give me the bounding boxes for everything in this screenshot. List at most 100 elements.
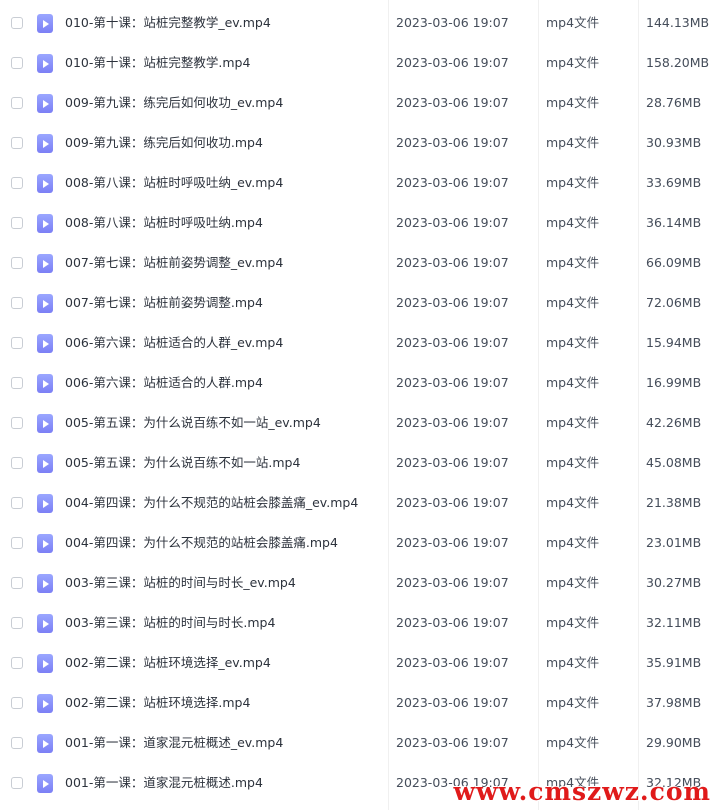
file-name[interactable]: 006-第六课：站桩适合的人群_ev.mp4 (65, 320, 283, 360)
row-checkbox[interactable] (11, 257, 23, 269)
file-row[interactable]: 008-第八课：站桩时呼吸吐纳.mp4 2023-03-06 19:07 mp4文件… (0, 200, 721, 240)
file-date: 2023-03-06 19:07 (396, 655, 509, 670)
row-checkbox[interactable] (11, 457, 23, 469)
file-row[interactable]: 009-第九课：练完后如何收功_ev.mp4 2023-03-06 19:07 mp… (0, 80, 721, 120)
watermark: www.cmszwz.com (453, 777, 711, 806)
file-row[interactable]: 003-第三课：站桩的时间与时长.mp4 2023-03-06 19:07 mp4文… (0, 600, 721, 640)
file-date: 2023-03-06 19:07 (396, 55, 509, 70)
video-file-icon (37, 54, 53, 73)
file-size: 42.26MB (646, 415, 702, 430)
file-type: mp4文件 (546, 695, 600, 710)
file-name[interactable]: 010-第十课：站桩完整教学.mp4 (65, 40, 250, 80)
row-checkbox[interactable] (11, 377, 23, 389)
file-name[interactable]: 001-第一课：道家混元桩概述.mp4 (65, 760, 263, 800)
file-date: 2023-03-06 19:07 (396, 295, 509, 310)
file-date: 2023-03-06 19:07 (396, 135, 509, 150)
row-checkbox[interactable] (11, 57, 23, 69)
row-checkbox[interactable] (11, 577, 23, 589)
file-size: 66.09MB (646, 255, 702, 270)
file-name[interactable]: 003-第三课：站桩的时间与时长_ev.mp4 (65, 560, 296, 600)
row-checkbox[interactable] (11, 337, 23, 349)
row-checkbox[interactable] (11, 617, 23, 629)
row-checkbox[interactable] (11, 137, 23, 149)
row-checkbox[interactable] (11, 697, 23, 709)
file-size: 23.01MB (646, 535, 702, 550)
row-checkbox[interactable] (11, 297, 23, 309)
file-date: 2023-03-06 19:07 (396, 415, 509, 430)
row-checkbox[interactable] (11, 537, 23, 549)
file-date: 2023-03-06 19:07 (396, 175, 509, 190)
file-row[interactable]: 007-第七课：站桩前姿势调整_ev.mp4 2023-03-06 19:07 mp… (0, 240, 721, 280)
file-size: 37.98MB (646, 695, 702, 710)
file-type: mp4文件 (546, 135, 600, 150)
video-file-icon (37, 694, 53, 713)
file-name[interactable]: 006-第六课：站桩适合的人群.mp4 (65, 360, 263, 400)
video-file-icon (37, 614, 53, 633)
file-size: 72.06MB (646, 295, 702, 310)
file-name[interactable]: 008-第八课：站桩时呼吸吐纳.mp4 (65, 200, 263, 240)
row-checkbox[interactable] (11, 177, 23, 189)
file-row[interactable]: 005-第五课：为什么说百练不如一站_ev.mp4 2023-03-06 19:0… (0, 400, 721, 440)
file-name[interactable]: 001-第一课：道家混元桩概述_ev.mp4 (65, 720, 283, 760)
file-name[interactable]: 009-第九课：练完后如何收功_ev.mp4 (65, 80, 283, 120)
file-row[interactable]: 002-第二课：站桩环境选择.mp4 2023-03-06 19:07 mp4文件 3… (0, 680, 721, 720)
video-file-icon (37, 214, 53, 233)
row-checkbox[interactable] (11, 657, 23, 669)
file-row[interactable]: 002-第二课：站桩环境选择_ev.mp4 2023-03-06 19:07 mp4… (0, 640, 721, 680)
file-name[interactable]: 007-第七课：站桩前姿势调整.mp4 (65, 280, 263, 320)
file-row[interactable]: 006-第六课：站桩适合的人群_ev.mp4 2023-03-06 19:07 mp… (0, 320, 721, 360)
row-checkbox[interactable] (11, 737, 23, 749)
file-type: mp4文件 (546, 415, 600, 430)
row-checkbox[interactable] (11, 497, 23, 509)
row-checkbox[interactable] (11, 777, 23, 789)
file-row[interactable]: 007-第七课：站桩前姿势调整.mp4 2023-03-06 19:07 mp4文件… (0, 280, 721, 320)
file-date: 2023-03-06 19:07 (396, 15, 509, 30)
file-row[interactable]: 004-第四课：为什么不规范的站桩会膝盖痛.mp4 2023-03-06 19:0… (0, 520, 721, 560)
file-name[interactable]: 002-第二课：站桩环境选择.mp4 (65, 680, 250, 720)
file-type: mp4文件 (546, 615, 600, 630)
file-type: mp4文件 (546, 575, 600, 590)
row-checkbox[interactable] (11, 17, 23, 29)
file-name[interactable]: 005-第五课：为什么说百练不如一站.mp4 (65, 440, 300, 480)
file-row[interactable]: 008-第八课：站桩时呼吸吐纳_ev.mp4 2023-03-06 19:07 mp… (0, 160, 721, 200)
file-row[interactable]: 010-第十课：站桩完整教学_ev.mp4 2023-03-06 19:07 mp4… (0, 0, 721, 40)
file-row[interactable]: 001-第一课：道家混元桩概述_ev.mp4 2023-03-06 19:07 mp… (0, 720, 721, 760)
video-file-icon (37, 574, 53, 593)
file-size: 15.94MB (646, 335, 702, 350)
file-name[interactable]: 009-第九课：练完后如何收功.mp4 (65, 120, 263, 160)
file-type: mp4文件 (546, 15, 600, 30)
file-date: 2023-03-06 19:07 (396, 375, 509, 390)
file-type: mp4文件 (546, 335, 600, 350)
file-name[interactable]: 010-第十课：站桩完整教学_ev.mp4 (65, 0, 271, 40)
file-date: 2023-03-06 19:07 (396, 575, 509, 590)
row-checkbox[interactable] (11, 217, 23, 229)
file-size: 30.93MB (646, 135, 702, 150)
file-name[interactable]: 004-第四课：为什么不规范的站桩会膝盖痛.mp4 (65, 520, 338, 560)
row-checkbox[interactable] (11, 417, 23, 429)
file-date: 2023-03-06 19:07 (396, 615, 509, 630)
file-row[interactable]: 009-第九课：练完后如何收功.mp4 2023-03-06 19:07 mp4文件… (0, 120, 721, 160)
video-file-icon (37, 494, 53, 513)
file-row[interactable]: 006-第六课：站桩适合的人群.mp4 2023-03-06 19:07 mp4文件… (0, 360, 721, 400)
row-checkbox[interactable] (11, 97, 23, 109)
file-date: 2023-03-06 19:07 (396, 95, 509, 110)
file-name[interactable]: 007-第七课：站桩前姿势调整_ev.mp4 (65, 240, 283, 280)
file-name[interactable]: 003-第三课：站桩的时间与时长.mp4 (65, 600, 275, 640)
file-row[interactable]: 004-第四课：为什么不规范的站桩会膝盖痛_ev.mp4 2023-03-06 1… (0, 480, 721, 520)
file-name[interactable]: 005-第五课：为什么说百练不如一站_ev.mp4 (65, 400, 321, 440)
file-size: 144.13MB (646, 15, 710, 30)
video-file-icon (37, 534, 53, 553)
file-type: mp4文件 (546, 215, 600, 230)
file-type: mp4文件 (546, 55, 600, 70)
file-row[interactable]: 010-第十课：站桩完整教学.mp4 2023-03-06 19:07 mp4文件 1… (0, 40, 721, 80)
file-name[interactable]: 002-第二课：站桩环境选择_ev.mp4 (65, 640, 271, 680)
video-file-icon (37, 414, 53, 433)
video-file-icon (37, 774, 53, 793)
file-name[interactable]: 008-第八课：站桩时呼吸吐纳_ev.mp4 (65, 160, 283, 200)
file-type: mp4文件 (546, 295, 600, 310)
file-name[interactable]: 004-第四课：为什么不规范的站桩会膝盖痛_ev.mp4 (65, 480, 358, 520)
file-row[interactable]: 003-第三课：站桩的时间与时长_ev.mp4 2023-03-06 19:07 m… (0, 560, 721, 600)
file-date: 2023-03-06 19:07 (396, 255, 509, 270)
file-date: 2023-03-06 19:07 (396, 215, 509, 230)
file-row[interactable]: 005-第五课：为什么说百练不如一站.mp4 2023-03-06 19:07 mp… (0, 440, 721, 480)
